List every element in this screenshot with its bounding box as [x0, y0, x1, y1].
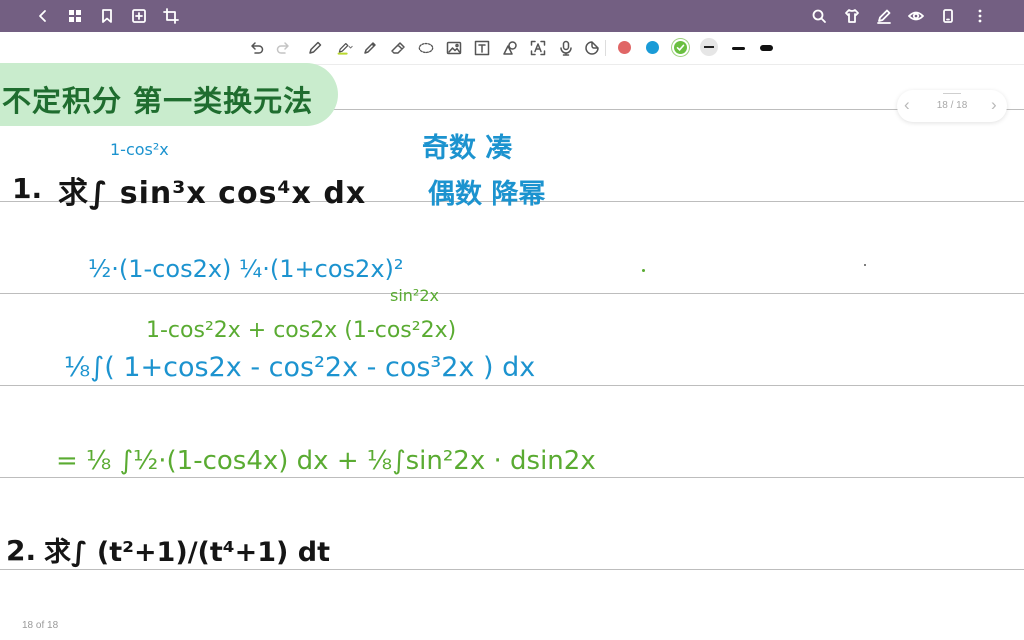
- ink-dot: [642, 269, 645, 272]
- step2-annotation: 1-cos²2x + cos2x (1-cos²2x): [146, 318, 457, 343]
- pen-mode-icon[interactable]: [875, 7, 893, 25]
- pen-icon[interactable]: [306, 39, 324, 57]
- text-box-icon[interactable]: [473, 39, 491, 57]
- ruled-line: [0, 293, 1024, 294]
- side-note-odd: 奇数 凑: [422, 133, 513, 164]
- step2-superscript: sin²2x: [390, 286, 439, 305]
- problem1-expression: 求∫ sin³x cos⁴x dx: [58, 176, 367, 211]
- ruled-line: [0, 385, 1024, 386]
- page-navigator: ‹ 18 / 18 ›: [897, 90, 1007, 122]
- step2-expression: ⅛∫( 1+cos2x - cos²2x - cos³2x ) dx: [64, 352, 536, 383]
- ruled-line: [0, 477, 1024, 478]
- problem2-expression: 求∫ (t²+1)/(t⁴+1) dt: [44, 537, 331, 568]
- ruled-line: [0, 569, 1024, 570]
- bookmark-icon[interactable]: [98, 7, 116, 25]
- color-swatch-blue[interactable]: [646, 41, 659, 54]
- highlighter-icon[interactable]: [334, 39, 356, 57]
- tablet-icon[interactable]: [939, 7, 957, 25]
- crop-icon[interactable]: [162, 7, 180, 25]
- note-title: 不定积分 第一类换元法: [2, 84, 314, 118]
- next-page-icon[interactable]: ›: [991, 95, 997, 115]
- stroke-width-thick-button[interactable]: [758, 41, 774, 55]
- sticker-icon[interactable]: [583, 39, 601, 57]
- top-bar: [0, 0, 1024, 32]
- back-icon[interactable]: [34, 7, 52, 25]
- lasso-icon[interactable]: [416, 39, 436, 57]
- text-recognize-icon[interactable]: [529, 39, 547, 57]
- tshirt-icon[interactable]: [843, 7, 861, 25]
- image-icon[interactable]: [445, 39, 463, 57]
- side-note-even: 偶数 降幂: [428, 179, 546, 210]
- page-indicator: 18 / 18: [936, 100, 968, 111]
- pager-handle: [943, 93, 961, 94]
- prev-page-icon[interactable]: ‹: [904, 95, 910, 115]
- step3-expression: = ⅛ ∫½·(1-cos4x) dx + ⅛∫sin²2x · dsin2x: [56, 446, 596, 476]
- more-icon[interactable]: [971, 7, 989, 25]
- toolbar-divider: [605, 40, 606, 56]
- color-swatch-green-selected[interactable]: [674, 41, 687, 54]
- search-icon[interactable]: [810, 7, 828, 25]
- problem2-number: 2.: [6, 534, 37, 567]
- stroke-width-thin-button[interactable]: [700, 38, 718, 56]
- problem1-number: 1.: [12, 172, 43, 205]
- shapes-icon[interactable]: [501, 39, 519, 57]
- grid-icon[interactable]: [66, 7, 84, 25]
- ink-dot: [864, 264, 866, 266]
- add-page-icon[interactable]: [130, 7, 148, 25]
- stroke-width-medium-button[interactable]: [730, 41, 746, 55]
- check-icon: [676, 44, 685, 51]
- color-swatch-red[interactable]: [618, 41, 631, 54]
- drawing-toolbar: [0, 32, 1024, 65]
- eraser-icon[interactable]: [389, 39, 407, 57]
- step1-expression: ½·(1-cos2x) ¼·(1+cos2x)²: [88, 255, 404, 283]
- problem1-annotation: 1-cos²x: [110, 140, 169, 159]
- eye-icon[interactable]: [907, 7, 925, 25]
- pencil-icon[interactable]: [361, 39, 379, 57]
- redo-icon[interactable]: [274, 39, 292, 57]
- undo-icon[interactable]: [248, 39, 266, 57]
- microphone-icon[interactable]: [557, 39, 575, 57]
- page-count-footer: 18 of 18: [22, 620, 59, 631]
